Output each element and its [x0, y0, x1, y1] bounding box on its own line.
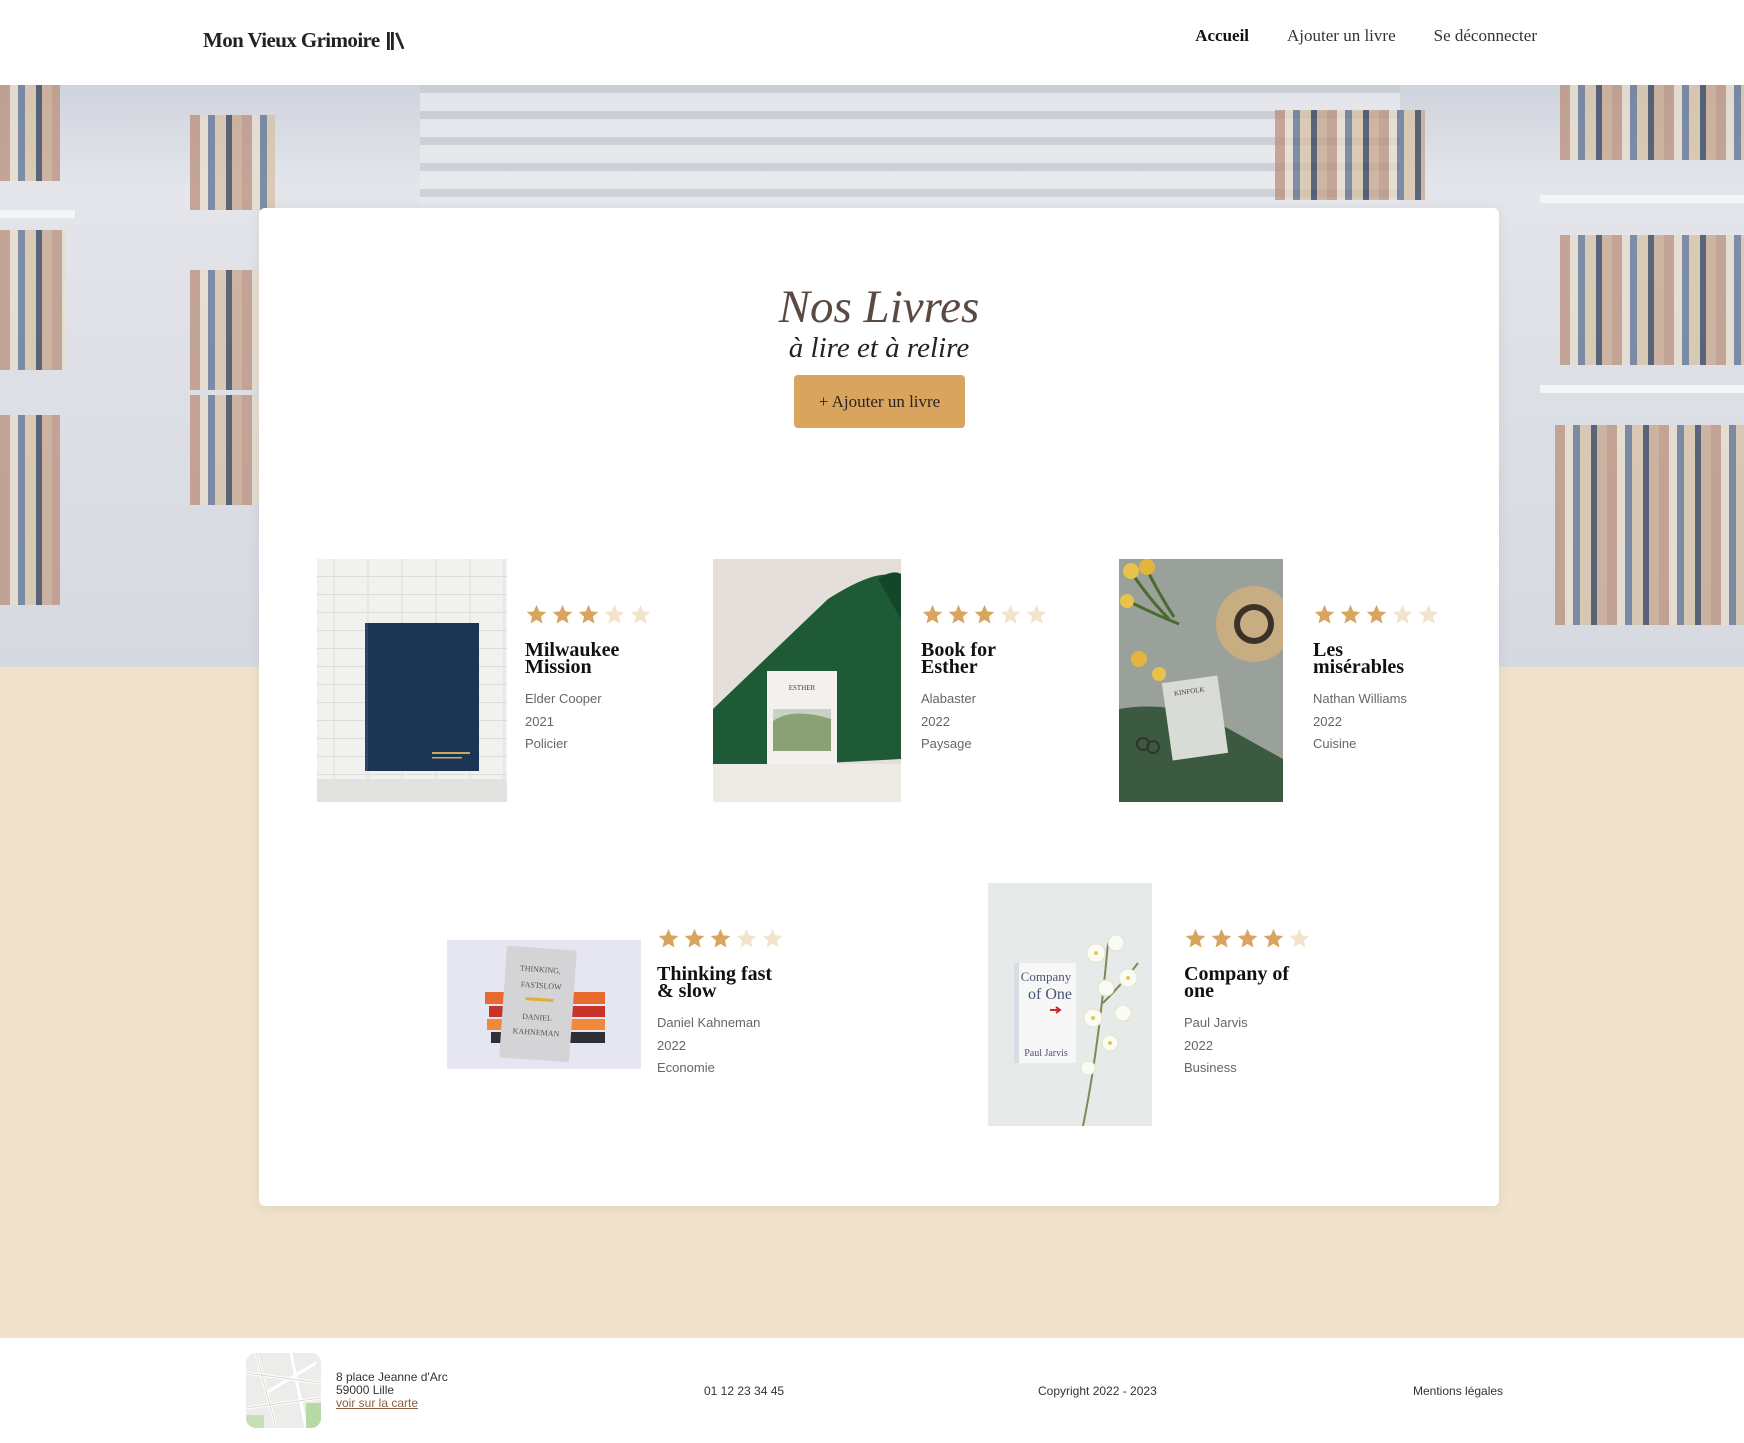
book-info: Thinking fast & slow Daniel Kahneman 202… — [657, 927, 784, 1080]
star-empty-icon — [1289, 928, 1310, 948]
star-filled-icon — [658, 928, 679, 948]
star-empty-icon — [630, 604, 651, 624]
book-info: Company of one Paul Jarvis 2022 Business — [1184, 927, 1311, 1080]
star-filled-icon — [710, 928, 731, 948]
book-info: Les misérables Nathan Williams 2022 Cuis… — [1313, 603, 1440, 756]
book-genre: Business — [1184, 1060, 1237, 1075]
book-cover: Company of One Paul Jarvis — [988, 883, 1152, 1126]
site-footer: 8 place Jeanne d'Arc 59000 Lille voir su… — [0, 1338, 1744, 1443]
star-filled-icon — [1237, 928, 1258, 948]
star-filled-icon — [948, 604, 969, 624]
book-genre: Paysage — [921, 736, 972, 751]
books-logo-icon — [386, 31, 404, 50]
star-empty-icon — [1000, 604, 1021, 624]
star-empty-icon — [604, 604, 625, 624]
star-filled-icon — [1340, 604, 1361, 624]
nav-deconnecter[interactable]: Se déconnecter — [1434, 26, 1537, 46]
star-empty-icon — [1392, 604, 1413, 624]
star-filled-icon — [922, 604, 943, 624]
book-year: 2022 — [657, 1037, 686, 1053]
nav-accueil[interactable]: Accueil — [1195, 26, 1249, 46]
rating-stars — [657, 927, 784, 951]
star-filled-icon — [1185, 928, 1206, 948]
book-card-milwaukee-mission[interactable]: Milwaukee Mission Elder Cooper 2021 Poli… — [317, 559, 657, 802]
book-title: Book for Esther — [921, 639, 996, 678]
star-filled-icon — [1263, 928, 1284, 948]
star-empty-icon — [762, 928, 783, 948]
map-link[interactable]: voir sur la carte — [336, 1396, 418, 1410]
rating-stars — [1184, 927, 1311, 951]
main-nav: Accueil Ajouter un livre Se déconnecter — [1195, 26, 1537, 46]
book-title: Thinking fast & slow — [657, 963, 773, 1002]
star-empty-icon — [736, 928, 757, 948]
star-filled-icon — [552, 604, 573, 624]
book-card-book-for-esther[interactable]: ESTHER Book for Esther Alabaster 2022 Pa… — [713, 559, 1053, 802]
star-filled-icon — [1366, 604, 1387, 624]
book-cover: ESTHER — [713, 559, 901, 802]
star-filled-icon — [526, 604, 547, 624]
book-year: 2022 — [921, 713, 950, 729]
star-empty-icon — [1026, 604, 1047, 624]
site-header: Mon Vieux Grimoire Accueil Ajouter un li… — [0, 0, 1744, 85]
rating-stars — [1313, 603, 1440, 627]
cover-of-one-text: of One — [1028, 986, 1072, 1003]
logo-text: Mon Vieux Grimoire — [203, 28, 380, 52]
page-title: Nos Livres — [778, 281, 980, 333]
star-filled-icon — [974, 604, 995, 624]
star-filled-icon — [684, 928, 705, 948]
book-card-company-of-one[interactable]: Company of One Paul Jarvis Company of on… — [988, 883, 1348, 1126]
phone-number: 01 12 23 34 45 — [704, 1384, 785, 1398]
book-cover: KINFOLK — [1119, 559, 1283, 802]
book-info: Book for Esther Alabaster 2022 Paysage — [921, 603, 1048, 756]
page-subtitle: à lire et à relire — [788, 332, 970, 364]
cover-esther-text: ESTHER — [789, 684, 816, 692]
cover-company-text: Company — [1021, 969, 1072, 984]
book-year: 2022 — [1184, 1037, 1213, 1053]
book-year: 2022 — [1313, 713, 1342, 729]
book-cover — [317, 559, 507, 802]
legal-link[interactable]: Mentions légales — [1413, 1384, 1503, 1398]
book-genre: Policier — [525, 736, 568, 751]
books-card: Nos Livres à lire et à relire + Ajouter … — [259, 208, 1499, 1206]
hero-ceiling — [420, 85, 1400, 205]
book-author: Nathan Williams — [1313, 691, 1407, 706]
cover-slow-text: SLOW — [539, 981, 563, 992]
book-author: Paul Jarvis — [1184, 1015, 1248, 1030]
book-card-les-miserables[interactable]: KINFOLK Les misérables Nathan Williams 2… — [1119, 559, 1459, 802]
rating-stars — [921, 603, 1048, 627]
star-filled-icon — [578, 604, 599, 624]
cover-author-text: Paul Jarvis — [1024, 1048, 1068, 1059]
book-title: Les misérables — [1313, 639, 1405, 678]
book-genre: Cuisine — [1313, 736, 1357, 751]
nav-ajouter-livre[interactable]: Ajouter un livre — [1287, 26, 1396, 46]
book-info: Milwaukee Mission Elder Cooper 2021 Poli… — [525, 603, 652, 756]
book-title: Company of one — [1184, 963, 1290, 1002]
star-filled-icon — [1211, 928, 1232, 948]
cover-fast-text: FAST — [521, 980, 541, 990]
address-block: 8 place Jeanne d'Arc 59000 Lille voir su… — [336, 1371, 448, 1410]
book-author: Elder Cooper — [525, 691, 602, 706]
star-empty-icon — [1418, 604, 1439, 624]
book-year: 2021 — [525, 713, 554, 729]
book-author: Daniel Kahneman — [657, 1015, 761, 1030]
copyright: Copyright 2022 - 2023 — [1038, 1384, 1157, 1398]
book-genre: Economie — [657, 1060, 715, 1075]
rating-stars — [525, 603, 652, 627]
map-thumbnail[interactable] — [246, 1353, 321, 1428]
book-cover: THINKING, FAST SLOW DANIEL KAHNEMAN — [447, 940, 641, 1069]
add-book-button[interactable]: + Ajouter un livre — [794, 375, 965, 428]
book-author: Alabaster — [921, 691, 976, 706]
book-title: Milwaukee Mission — [525, 639, 620, 678]
book-card-thinking-fast-slow[interactable]: THINKING, FAST SLOW DANIEL KAHNEMAN Thin… — [447, 883, 807, 1126]
star-filled-icon — [1314, 604, 1335, 624]
site-logo[interactable]: Mon Vieux Grimoire — [203, 28, 405, 53]
